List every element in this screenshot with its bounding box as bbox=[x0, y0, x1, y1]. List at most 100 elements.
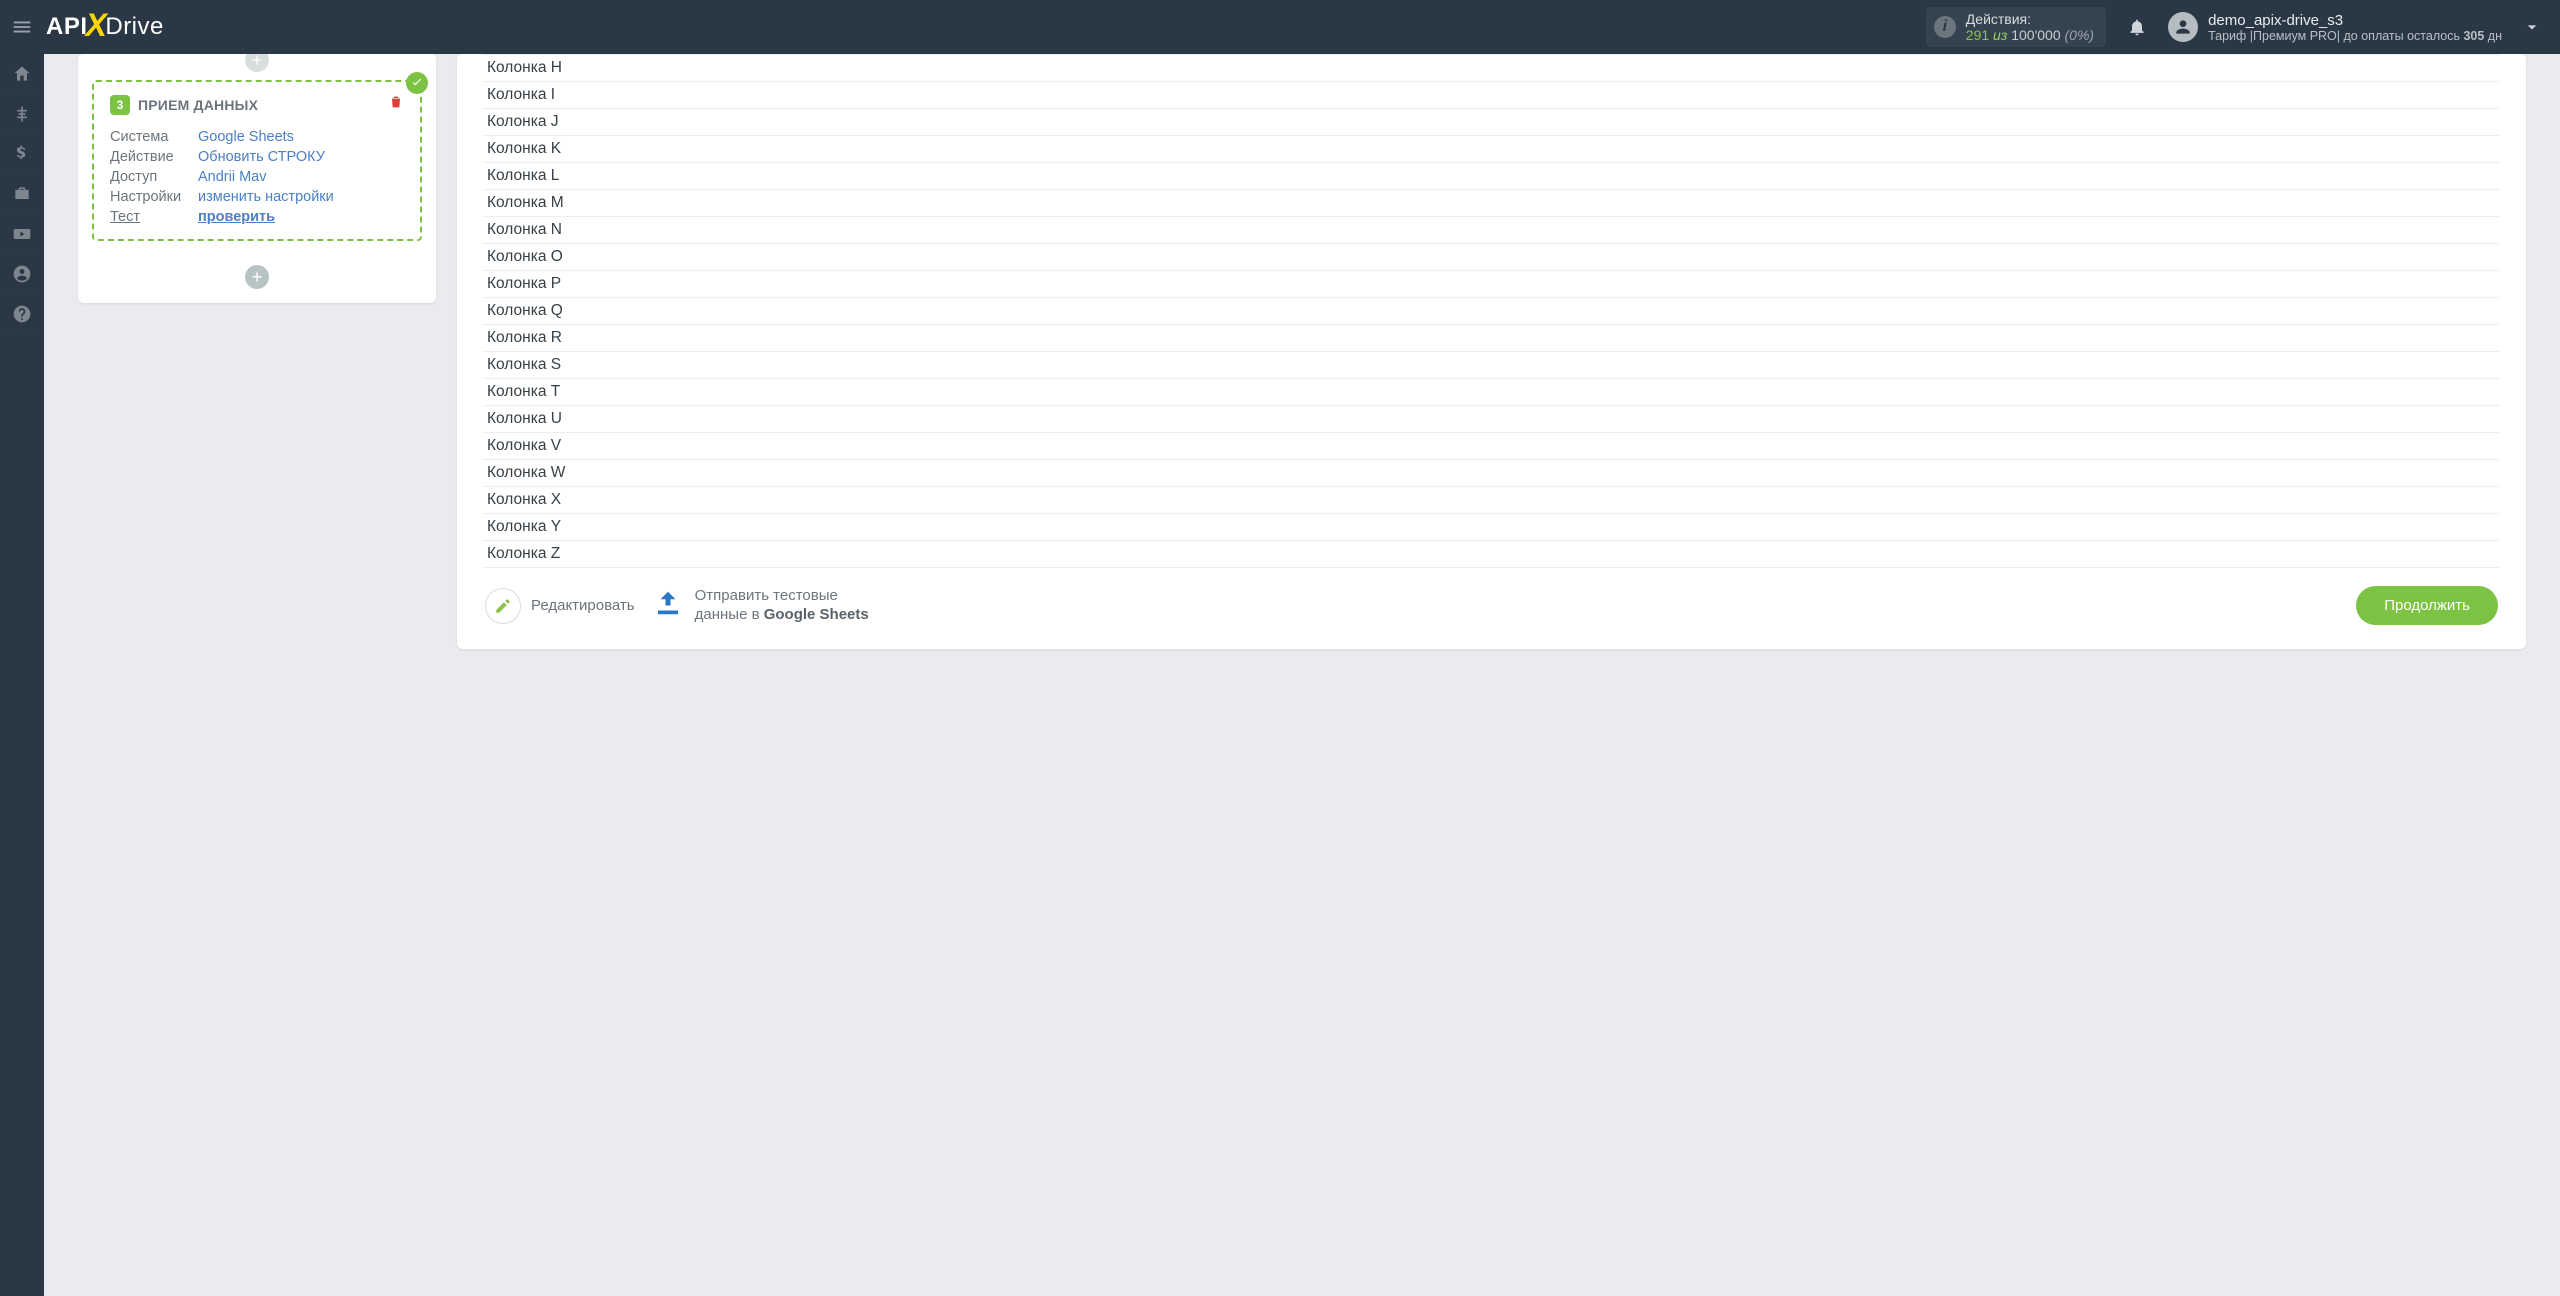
workspace: + 3 ПРИЕМ ДАННЫХ Система Google S bbox=[44, 54, 2560, 1296]
rail-briefcase[interactable] bbox=[0, 174, 44, 214]
brand-text-a: API bbox=[46, 13, 88, 41]
user-name: demo_apix-drive_s3 bbox=[2208, 12, 2502, 29]
tariff-suffix: дн bbox=[2484, 29, 2502, 43]
user-menu-toggle[interactable] bbox=[2514, 9, 2550, 45]
prop-action-link[interactable]: Обновить СТРОКУ bbox=[198, 149, 325, 165]
actions-count: 291 bbox=[1966, 27, 1989, 43]
home-icon bbox=[12, 64, 32, 84]
edit-icon-wrap bbox=[485, 588, 521, 624]
step-properties: Система Google Sheets Действие Обновить … bbox=[110, 129, 404, 225]
edit-button[interactable]: Редактировать bbox=[485, 588, 635, 624]
step-card[interactable]: 3 ПРИЕМ ДАННЫХ Система Google Sheets Дей… bbox=[92, 80, 422, 241]
info-icon: i bbox=[1934, 16, 1956, 38]
column-row[interactable]: Колонка U bbox=[483, 406, 2500, 433]
tariff-prefix: Тариф | bbox=[2208, 29, 2253, 43]
sitemap-icon bbox=[12, 104, 32, 124]
actions-total: 100'000 bbox=[2011, 27, 2060, 43]
column-row[interactable]: Колонка L bbox=[483, 163, 2500, 190]
send-line1: Отправить тестовые bbox=[695, 587, 838, 604]
column-row[interactable]: Колонка R bbox=[483, 325, 2500, 352]
step-header: 3 ПРИЕМ ДАННЫХ bbox=[110, 94, 404, 115]
help-icon bbox=[12, 304, 32, 324]
tariff-days: 305 bbox=[2463, 29, 2484, 43]
prop-settings-link[interactable]: изменить настройки bbox=[198, 189, 334, 205]
chevron-down-icon bbox=[2522, 17, 2542, 37]
rail-account[interactable] bbox=[0, 254, 44, 294]
column-row[interactable]: Колонка I bbox=[483, 82, 2500, 109]
column-row[interactable]: Колонка K bbox=[483, 136, 2500, 163]
actions-value: 291 из 100'000 (0%) bbox=[1966, 27, 2094, 43]
step-title: ПРИЕМ ДАННЫХ bbox=[138, 97, 258, 113]
check-icon bbox=[410, 76, 424, 90]
brand-logo[interactable]: API X Drive bbox=[46, 11, 164, 43]
trash-icon bbox=[388, 94, 404, 110]
prop-settings-k: Настройки bbox=[110, 189, 198, 205]
notifications-button[interactable] bbox=[2120, 10, 2154, 44]
column-row[interactable]: Колонка S bbox=[483, 352, 2500, 379]
column-row[interactable]: Колонка T bbox=[483, 379, 2500, 406]
send-line2a: данные в bbox=[695, 606, 764, 623]
column-row[interactable]: Колонка J bbox=[483, 109, 2500, 136]
brand-text-b: Drive bbox=[105, 13, 164, 41]
columns-panel: Колонка HКолонка IКолонка JКолонка KКоло… bbox=[457, 54, 2526, 649]
column-row[interactable]: Колонка N bbox=[483, 217, 2500, 244]
column-row[interactable]: Колонка Z bbox=[483, 541, 2500, 568]
tariff-line: Тариф |Премиум PRO| до оплаты осталось 3… bbox=[2208, 29, 2502, 43]
briefcase-icon bbox=[12, 184, 32, 204]
dollar-icon bbox=[12, 144, 32, 164]
column-row[interactable]: Колонка X bbox=[483, 487, 2500, 514]
upload-icon-wrap bbox=[653, 588, 683, 623]
prop-system-link[interactable]: Google Sheets bbox=[198, 129, 294, 145]
actions-label: Действия: bbox=[1966, 11, 2094, 27]
edit-label: Редактировать bbox=[531, 597, 635, 614]
prop-system-k: Система bbox=[110, 129, 198, 145]
add-step-before-button[interactable]: + bbox=[245, 54, 269, 72]
topbar: API X Drive i Действия: 291 из 100'000 (… bbox=[0, 0, 2560, 54]
actions-usage-box[interactable]: i Действия: 291 из 100'000 (0%) bbox=[1926, 7, 2106, 47]
tariff-mid: | до оплаты осталось bbox=[2337, 29, 2464, 43]
rail-video[interactable] bbox=[0, 214, 44, 254]
send-test-button[interactable]: Отправить тестовые данные в Google Sheet… bbox=[653, 587, 869, 625]
continue-button[interactable]: Продолжить bbox=[2356, 586, 2498, 625]
column-row[interactable]: Колонка W bbox=[483, 460, 2500, 487]
user-circle-icon bbox=[12, 264, 32, 284]
actions-pct: (0%) bbox=[2065, 27, 2095, 43]
delete-step-button[interactable] bbox=[388, 94, 404, 115]
column-row[interactable]: Колонка M bbox=[483, 190, 2500, 217]
column-row[interactable]: Колонка V bbox=[483, 433, 2500, 460]
upload-icon bbox=[653, 588, 683, 618]
tariff-name: Премиум PRO bbox=[2253, 29, 2337, 43]
column-row[interactable]: Колонка Q bbox=[483, 298, 2500, 325]
prop-test-link[interactable]: проверить bbox=[198, 209, 275, 225]
send-test-label: Отправить тестовые данные в Google Sheet… bbox=[695, 587, 869, 625]
prop-access-k: Доступ bbox=[110, 169, 198, 185]
side-rail bbox=[0, 54, 44, 1296]
actions-iz: из bbox=[1993, 27, 2007, 43]
panel-footer: Редактировать Отправить тестовые данные … bbox=[457, 568, 2526, 625]
column-list: Колонка HКолонка IКолонка JКолонка KКоло… bbox=[483, 54, 2500, 568]
column-row[interactable]: Колонка Y bbox=[483, 514, 2500, 541]
user-block[interactable]: demo_apix-drive_s3 Тариф |Премиум PRO| д… bbox=[2208, 12, 2502, 43]
column-row[interactable]: Колонка O bbox=[483, 244, 2500, 271]
prop-action-k: Действие bbox=[110, 149, 198, 165]
youtube-icon bbox=[12, 224, 32, 244]
prop-test-k: Тест bbox=[110, 209, 198, 225]
prop-access-link[interactable]: Andrii Mav bbox=[198, 169, 267, 185]
avatar[interactable] bbox=[2168, 12, 2198, 42]
step-complete-badge bbox=[406, 72, 428, 94]
user-icon bbox=[2173, 17, 2193, 37]
rail-billing[interactable] bbox=[0, 134, 44, 174]
hamburger-icon bbox=[11, 16, 33, 38]
menu-toggle-button[interactable] bbox=[0, 0, 44, 54]
bell-icon bbox=[2127, 17, 2147, 37]
send-line2b: Google Sheets bbox=[764, 606, 869, 623]
rail-connections[interactable] bbox=[0, 94, 44, 134]
brand-x-icon: X bbox=[86, 9, 108, 41]
rail-home[interactable] bbox=[0, 54, 44, 94]
steps-panel: + 3 ПРИЕМ ДАННЫХ Система Google S bbox=[78, 54, 436, 303]
column-row[interactable]: Колонка H bbox=[483, 55, 2500, 82]
add-step-after-button[interactable]: + bbox=[245, 265, 269, 289]
pencil-icon bbox=[494, 597, 512, 615]
column-row[interactable]: Колонка P bbox=[483, 271, 2500, 298]
rail-help[interactable] bbox=[0, 294, 44, 334]
